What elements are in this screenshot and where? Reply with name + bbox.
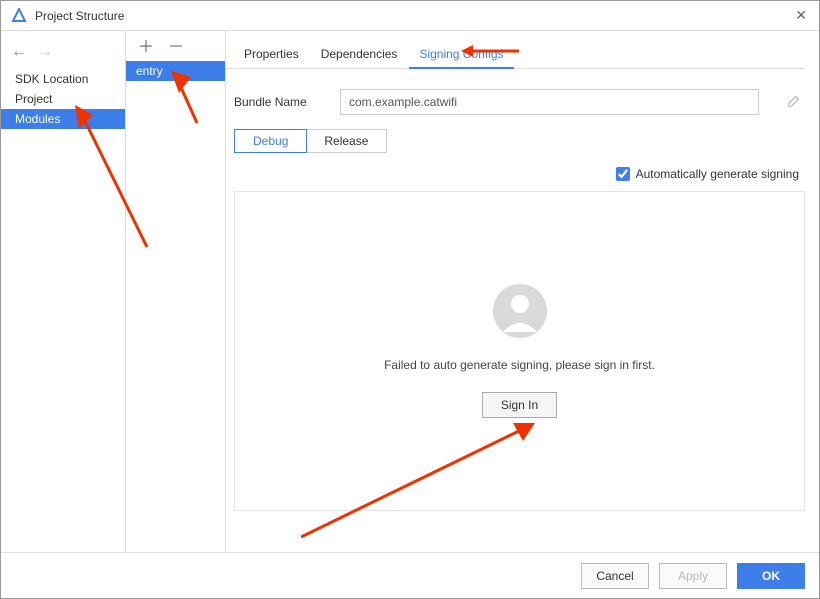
build-type-segment: Debug Release: [234, 129, 387, 153]
dialog-footer: Cancel Apply OK: [1, 552, 819, 598]
close-icon[interactable]: ✕: [795, 7, 807, 24]
user-placeholder-icon: [493, 284, 547, 338]
titlebar: Project Structure ✕: [1, 1, 819, 31]
seg-release[interactable]: Release: [306, 130, 386, 152]
auto-sign-checkbox-label[interactable]: Automatically generate signing: [616, 167, 799, 181]
nav-arrows: ← →: [1, 37, 125, 69]
sign-in-button[interactable]: Sign In: [482, 392, 557, 418]
app-logo-icon: [11, 8, 27, 24]
tabs: Properties Dependencies Signing Configs: [226, 31, 805, 69]
ok-button[interactable]: OK: [737, 563, 805, 589]
sidebar-item-modules[interactable]: Modules: [1, 109, 125, 129]
apply-button: Apply: [659, 563, 727, 589]
bundle-row: Bundle Name: [226, 69, 805, 129]
dialog-window: Project Structure ✕ ← → SDK Location Pro…: [0, 0, 820, 599]
signing-card: Failed to auto generate signing, please …: [234, 191, 805, 511]
tab-signing-configs[interactable]: Signing Configs: [409, 43, 513, 69]
module-item-entry[interactable]: entry: [126, 61, 225, 81]
tab-dependencies[interactable]: Dependencies: [311, 43, 408, 68]
dialog-body: ← → SDK Location Project Modules ＋ － ent…: [1, 31, 819, 552]
back-arrow-icon[interactable]: ←: [11, 43, 27, 61]
module-toolbar: ＋ －: [126, 31, 225, 61]
forward-arrow-icon[interactable]: →: [37, 43, 53, 61]
left-nav: ← → SDK Location Project Modules: [1, 31, 126, 552]
remove-module-icon[interactable]: －: [168, 41, 184, 55]
window-title: Project Structure: [35, 9, 124, 23]
bundle-name-input[interactable]: [340, 89, 759, 115]
sidebar-item-sdk-location[interactable]: SDK Location: [1, 69, 125, 89]
auto-sign-row: Automatically generate signing: [226, 153, 805, 191]
auto-sign-text: Automatically generate signing: [636, 167, 799, 181]
bundle-label: Bundle Name: [234, 95, 320, 109]
tab-properties[interactable]: Properties: [234, 43, 309, 68]
module-list-pane: ＋ － entry: [126, 31, 226, 552]
cancel-button[interactable]: Cancel: [581, 563, 649, 589]
sidebar-item-project[interactable]: Project: [1, 89, 125, 109]
add-module-icon[interactable]: ＋: [138, 41, 154, 55]
seg-debug[interactable]: Debug: [234, 129, 307, 153]
edit-icon[interactable]: [787, 94, 805, 111]
auto-sign-checkbox[interactable]: [616, 167, 630, 181]
main-pane: Properties Dependencies Signing Configs …: [226, 31, 819, 552]
signing-message: Failed to auto generate signing, please …: [384, 358, 655, 372]
